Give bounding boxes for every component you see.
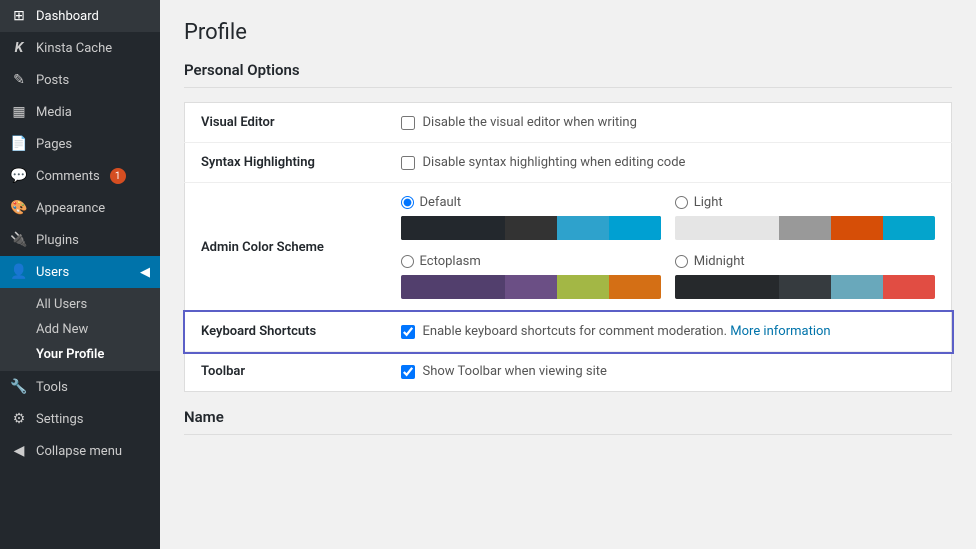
toolbar-checkbox[interactable] [401,365,415,379]
color-scheme-light-label[interactable]: Light [675,195,935,210]
color-scheme-midnight: Midnight [675,254,935,299]
submenu-item-add-new[interactable]: Add New [0,317,160,342]
sidebar-item-dashboard[interactable]: ⊞ Dashboard [0,0,160,32]
toolbar-value: Show Toolbar when viewing site [385,352,952,392]
color-scheme-light-radio[interactable] [675,196,688,209]
color-scheme-grid: Default Light [401,195,936,299]
color-scheme-ectoplasm-bar [401,275,661,299]
tools-icon: 🔧 [10,379,28,395]
name-section-title: Name [184,408,952,435]
color-scheme-midnight-radio[interactable] [675,255,688,268]
sidebar-item-label: Media [36,105,72,120]
color-scheme-default-bar [401,216,661,240]
keyboard-shortcuts-value: Enable keyboard shortcuts for comment mo… [385,312,952,352]
syntax-highlighting-label: Syntax Highlighting [185,143,385,183]
visual-editor-text: Disable the visual editor when writing [423,115,637,130]
sidebar-item-tools[interactable]: 🔧 Tools [0,371,160,403]
syntax-highlighting-checkbox[interactable] [401,156,415,170]
color-scheme-midnight-bar [675,275,935,299]
sidebar: ⊞ Dashboard K Kinsta Cache ✎ Posts ▦ Med… [0,0,160,549]
color-scheme-light-bar [675,216,935,240]
sidebar-item-label: Comments [36,169,100,184]
sidebar-item-label: Posts [36,73,69,88]
admin-color-scheme-label: Admin Color Scheme [185,183,385,312]
color-scheme-light: Light [675,195,935,240]
color-scheme-default-radio[interactable] [401,196,414,209]
color-scheme-midnight-label[interactable]: Midnight [675,254,935,269]
visual-editor-value: Disable the visual editor when writing [385,103,952,143]
sidebar-item-label: Tools [36,380,68,395]
color-scheme-default-text: Default [420,195,462,210]
color-scheme-midnight-text: Midnight [694,254,745,269]
keyboard-shortcuts-checkbox-label[interactable]: Enable keyboard shortcuts for comment mo… [401,324,936,339]
sidebar-item-comments[interactable]: 💬 Comments 1 [0,160,160,192]
comments-icon: 💬 [10,168,28,184]
sidebar-item-label: Pages [36,137,72,152]
more-info-link[interactable]: More information [730,324,830,339]
users-arrow-icon: ◀ [140,265,150,280]
sidebar-item-label: Users [36,265,69,280]
submenu-item-your-profile[interactable]: Your Profile [0,342,160,367]
color-scheme-ectoplasm-radio[interactable] [401,255,414,268]
syntax-highlighting-row: Syntax Highlighting Disable syntax highl… [185,143,952,183]
page-title: Profile [184,20,952,45]
sidebar-item-pages[interactable]: 📄 Pages [0,128,160,160]
sidebar-item-label: Settings [36,412,83,427]
plugins-icon: 🔌 [10,232,28,248]
personal-options-title: Personal Options [184,61,952,88]
keyboard-shortcuts-label: Keyboard Shortcuts [185,312,385,352]
sidebar-item-users[interactable]: 👤 Users ◀ [0,256,160,288]
keyboard-shortcuts-row: Keyboard Shortcuts Enable keyboard short… [185,312,952,352]
keyboard-shortcuts-checkbox[interactable] [401,325,415,339]
color-scheme-ectoplasm-text: Ectoplasm [420,254,481,269]
toolbar-row: Toolbar Show Toolbar when viewing site [185,352,952,392]
posts-icon: ✎ [10,72,28,88]
sidebar-item-label: Kinsta Cache [36,41,112,56]
dashboard-icon: ⊞ [10,8,28,24]
sidebar-item-label: Appearance [36,201,105,216]
settings-icon: ⚙ [10,411,28,427]
sidebar-item-plugins[interactable]: 🔌 Plugins [0,224,160,256]
toolbar-text: Show Toolbar when viewing site [423,364,607,379]
sidebar-item-media[interactable]: ▦ Media [0,96,160,128]
color-scheme-default: Default [401,195,661,240]
toolbar-label: Toolbar [185,352,385,392]
comments-badge: 1 [110,168,126,184]
toolbar-checkbox-label[interactable]: Show Toolbar when viewing site [401,364,936,379]
keyboard-shortcuts-text: Enable keyboard shortcuts for comment mo… [423,324,831,339]
syntax-highlighting-text: Disable syntax highlighting when editing… [423,155,686,170]
syntax-highlighting-value: Disable syntax highlighting when editing… [385,143,952,183]
visual-editor-checkbox-label[interactable]: Disable the visual editor when writing [401,115,936,130]
sidebar-item-appearance[interactable]: 🎨 Appearance [0,192,160,224]
color-scheme-default-label[interactable]: Default [401,195,661,210]
users-submenu: All Users Add New Your Profile [0,288,160,371]
sidebar-item-kinsta-cache[interactable]: K Kinsta Cache [0,32,160,64]
visual-editor-checkbox[interactable] [401,116,415,130]
pages-icon: 📄 [10,136,28,152]
collapse-icon: ◀ [10,443,28,459]
submenu-item-all-users[interactable]: All Users [0,292,160,317]
personal-options-table: Visual Editor Disable the visual editor … [184,102,952,392]
sidebar-item-label: Dashboard [36,9,99,24]
visual-editor-row: Visual Editor Disable the visual editor … [185,103,952,143]
appearance-icon: 🎨 [10,200,28,216]
admin-color-scheme-row: Admin Color Scheme Default [185,183,952,312]
sidebar-item-settings[interactable]: ⚙ Settings [0,403,160,435]
kinsta-icon: K [10,40,28,56]
admin-color-scheme-value: Default Light [385,183,952,312]
users-icon: 👤 [10,264,28,280]
sidebar-item-posts[interactable]: ✎ Posts [0,64,160,96]
syntax-highlighting-checkbox-label[interactable]: Disable syntax highlighting when editing… [401,155,936,170]
color-scheme-light-text: Light [694,195,723,210]
color-scheme-ectoplasm-label[interactable]: Ectoplasm [401,254,661,269]
sidebar-item-label: Plugins [36,233,79,248]
sidebar-item-label: Collapse menu [36,444,122,459]
visual-editor-label: Visual Editor [185,103,385,143]
main-content: Profile Personal Options Visual Editor D… [160,0,976,549]
media-icon: ▦ [10,104,28,120]
color-scheme-ectoplasm: Ectoplasm [401,254,661,299]
sidebar-item-collapse[interactable]: ◀ Collapse menu [0,435,160,467]
